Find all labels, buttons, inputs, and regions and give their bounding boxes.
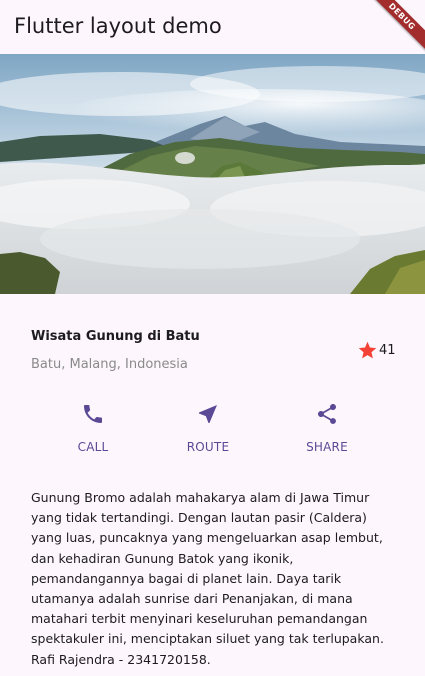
description-text: Gunung Bromo adalah mahakarya alam di Ja… xyxy=(31,490,384,667)
share-label: SHARE xyxy=(306,440,348,454)
call-button[interactable]: CALL xyxy=(48,402,138,454)
place-location: Batu, Malang, Indonesia xyxy=(31,357,188,372)
phone-icon xyxy=(84,405,102,423)
favorite-rating[interactable]: 41 xyxy=(357,340,396,361)
share-icon xyxy=(318,404,336,424)
route-button[interactable]: ROUTE xyxy=(163,402,253,454)
place-title: Wisata Gunung di Batu xyxy=(31,329,200,344)
share-button[interactable]: SHARE xyxy=(282,402,372,454)
hero-image xyxy=(0,54,425,294)
near-me-icon xyxy=(199,405,217,423)
star-icon[interactable] xyxy=(357,340,378,361)
title-section: Wisata Gunung di Batu Batu, Malang, Indo… xyxy=(0,294,425,390)
app-bar-title: Flutter layout demo xyxy=(14,14,222,38)
mountain-landscape-image xyxy=(0,54,425,294)
call-label: CALL xyxy=(77,440,109,454)
app-bar: Flutter layout demo xyxy=(0,0,425,54)
rating-count: 41 xyxy=(379,343,396,358)
action-buttons-row: CALL ROUTE SHARE xyxy=(0,402,425,462)
route-label: ROUTE xyxy=(186,440,230,454)
